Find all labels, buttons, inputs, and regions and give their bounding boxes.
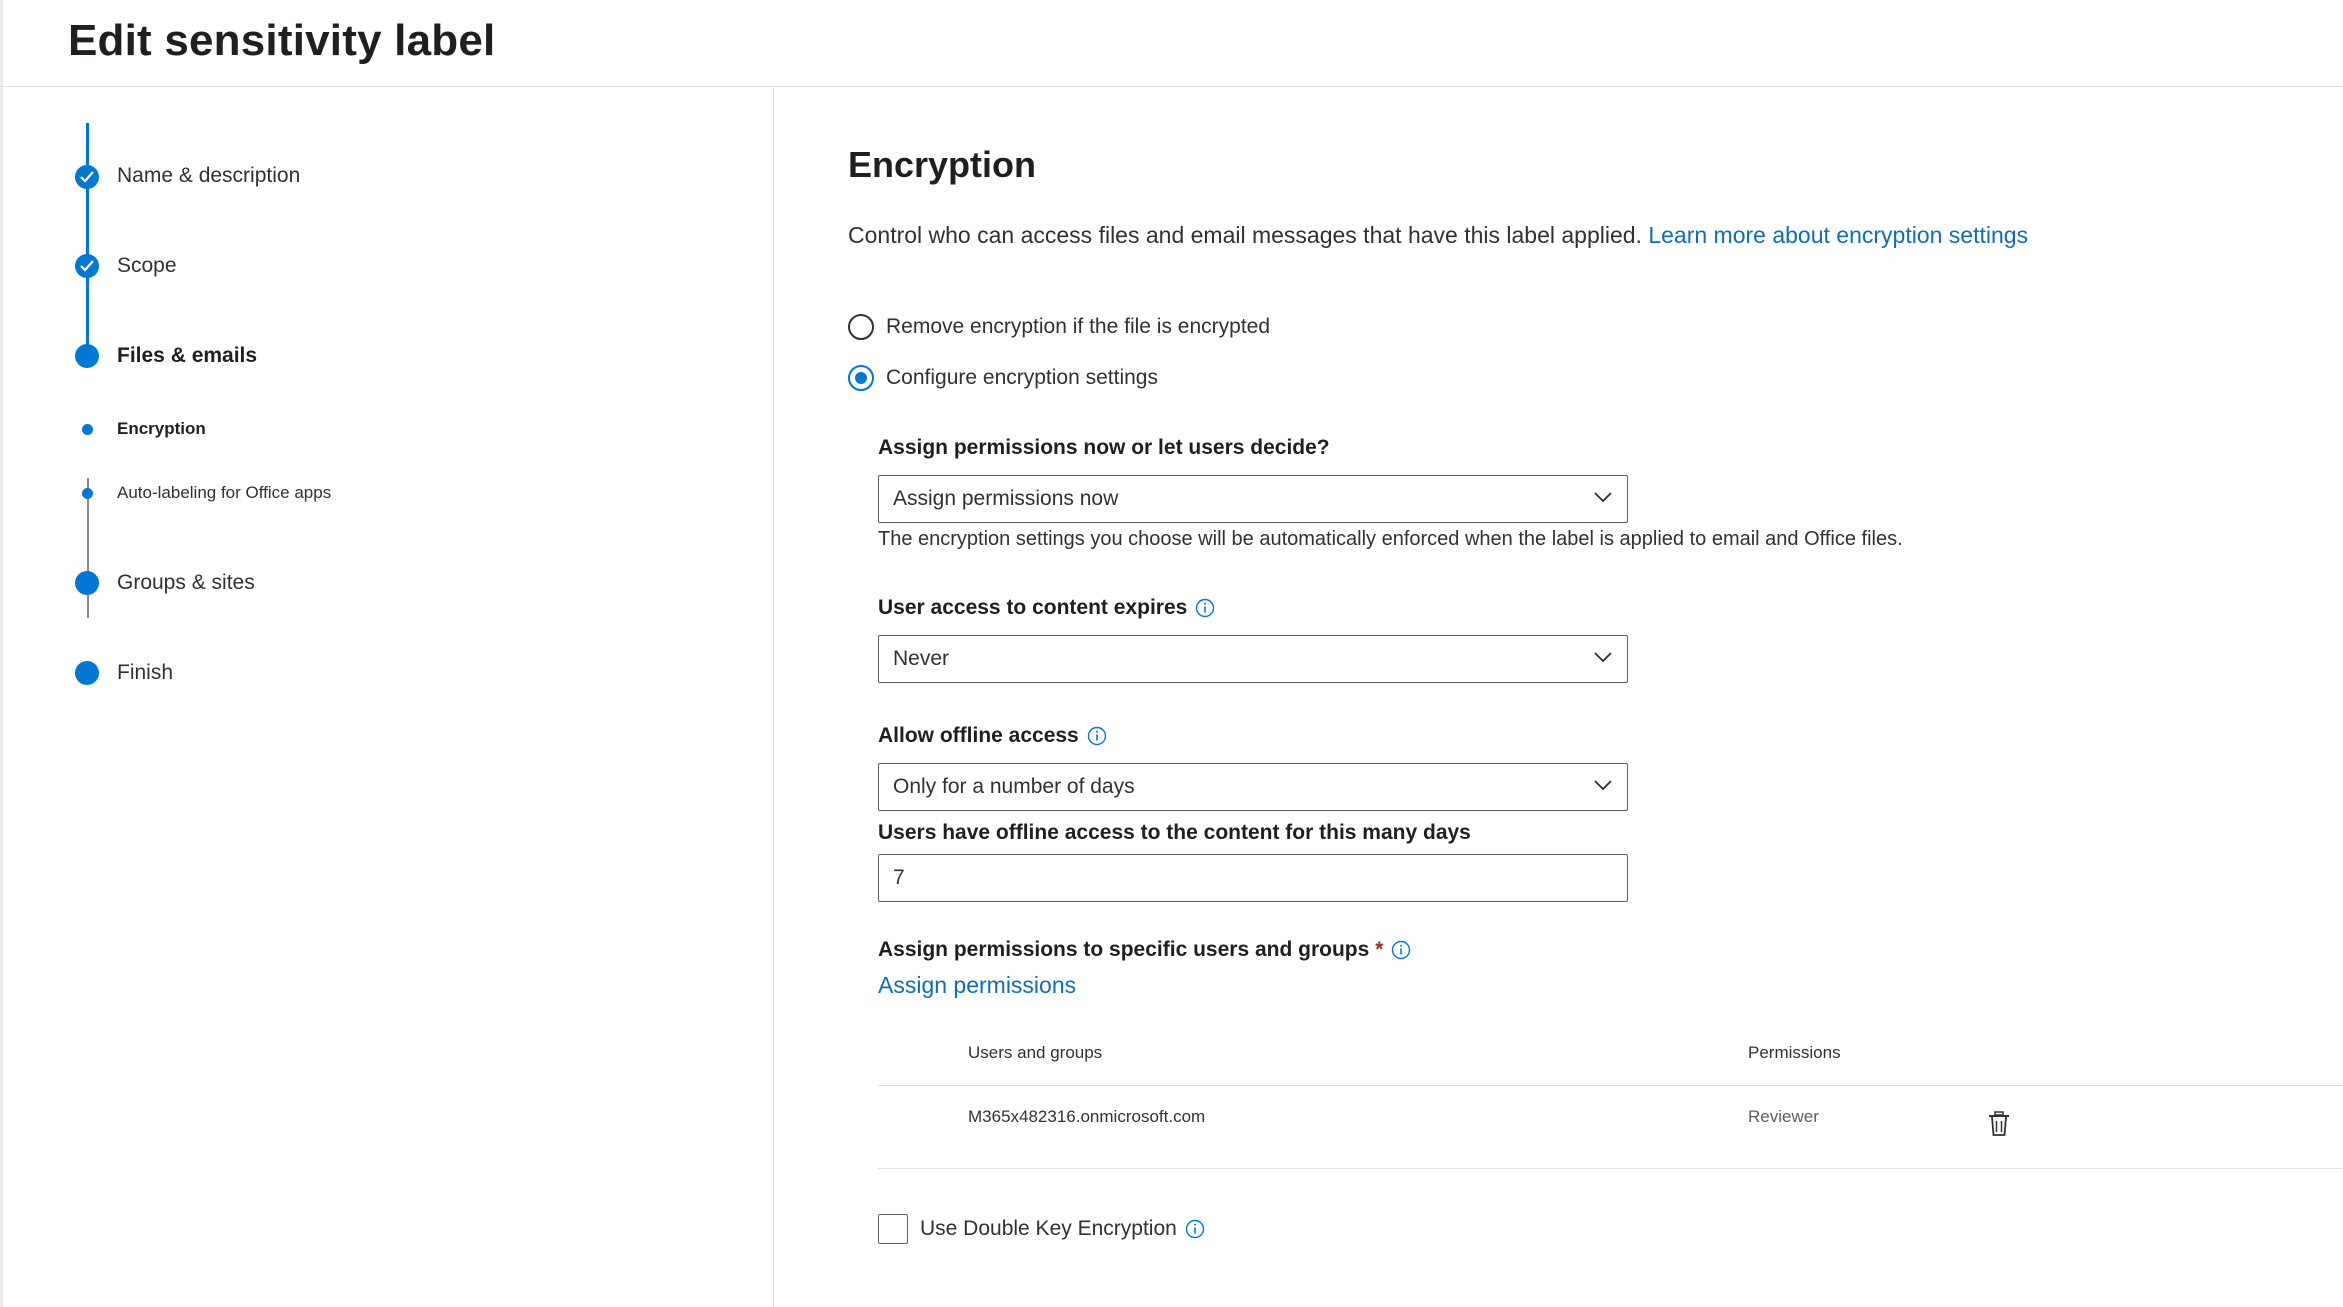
info-icon[interactable]	[1185, 1219, 1205, 1239]
offline-days-label: Users have offline access to the content…	[878, 821, 1471, 844]
learn-more-link[interactable]: Learn more about encryption settings	[1648, 222, 2028, 248]
offline-days-input[interactable]: 7	[878, 854, 1628, 902]
radio-button[interactable]	[848, 314, 874, 340]
required-marker: *	[1375, 938, 1384, 961]
dropdown-value: Never	[893, 647, 950, 670]
chevron-down-icon	[1594, 780, 1612, 791]
chevron-down-icon	[1594, 652, 1612, 663]
radio-button-checked[interactable]	[848, 365, 874, 391]
page-title: Edit sensitivity label	[68, 16, 496, 65]
field-label-text: Assign permissions to specific users and…	[878, 938, 1370, 961]
step-finish[interactable]: Finish	[117, 661, 173, 685]
checkbox-label: Use Double Key Encryption	[920, 1217, 1177, 1240]
assign-mode-dropdown[interactable]: Assign permissions now	[878, 475, 1628, 523]
assign-permissions-link[interactable]: Assign permissions	[878, 972, 1076, 999]
substep-dot-icon	[82, 488, 93, 499]
double-key-checkbox-row[interactable]: Use Double Key Encryption	[878, 1214, 1205, 1244]
radio-label: Remove encryption if the file is encrypt…	[886, 315, 1271, 338]
double-key-checkbox[interactable]	[878, 1214, 908, 1244]
step-files-emails[interactable]: Files & emails	[117, 344, 257, 368]
substep-encryption[interactable]: Encryption	[117, 419, 206, 439]
step-upcoming-dot-icon	[75, 571, 99, 595]
step-connector	[87, 478, 89, 618]
info-icon[interactable]	[1195, 598, 1215, 618]
offline-access-label: Allow offline access	[878, 724, 1107, 748]
radio-configure-encryption[interactable]: Configure encryption settings	[848, 365, 1158, 391]
step-completed-check-icon	[75, 165, 99, 189]
step-upcoming-dot-icon	[75, 661, 99, 685]
cell-user: M365x482316.onmicrosoft.com	[968, 1107, 1206, 1126]
description-text: Control who can access files and email m…	[848, 222, 1642, 248]
expiry-dropdown[interactable]: Never	[878, 635, 1628, 683]
section-title: Encryption	[848, 144, 1037, 185]
expiry-label: User access to content expires	[878, 596, 1215, 620]
assign-specific-label: Assign permissions to specific users and…	[878, 938, 1411, 962]
step-connector	[86, 123, 89, 363]
info-icon[interactable]	[1087, 726, 1107, 746]
wizard-steps: Name & description Scope Files & emails …	[0, 88, 774, 1307]
table-divider	[878, 1085, 2343, 1086]
assign-mode-helper: The encryption settings you choose will …	[878, 528, 1903, 550]
substep-auto-labeling[interactable]: Auto-labeling for Office apps	[117, 483, 331, 503]
step-name-description[interactable]: Name & description	[117, 164, 300, 188]
field-label-text: Assign permissions now or let users deci…	[878, 436, 1330, 459]
field-label-text: User access to content expires	[878, 596, 1188, 619]
table-divider	[878, 1168, 2343, 1169]
step-groups-sites[interactable]: Groups & sites	[117, 571, 255, 595]
step-current-dot-icon	[75, 344, 99, 368]
substep-dot-icon	[82, 424, 93, 435]
column-header-users[interactable]: Users and groups	[968, 1043, 1102, 1063]
radio-label: Configure encryption settings	[886, 366, 1158, 389]
assign-mode-label: Assign permissions now or let users deci…	[878, 436, 1330, 460]
dropdown-value: Only for a number of days	[893, 775, 1135, 798]
cell-permission: Reviewer	[1748, 1107, 1819, 1126]
input-value: 7	[893, 866, 905, 889]
page-header: Edit sensitivity label	[0, 0, 2343, 87]
column-header-permissions[interactable]: Permissions	[1748, 1043, 1841, 1063]
section-description: Control who can access files and email m…	[848, 222, 2028, 249]
step-completed-check-icon	[75, 254, 99, 278]
chevron-down-icon	[1594, 492, 1612, 503]
step-scope[interactable]: Scope	[117, 254, 177, 278]
delete-trash-icon[interactable]	[1988, 1111, 2010, 1137]
offline-access-dropdown[interactable]: Only for a number of days	[878, 763, 1628, 811]
info-icon[interactable]	[1391, 940, 1411, 960]
dropdown-value: Assign permissions now	[893, 487, 1119, 510]
radio-remove-encryption[interactable]: Remove encryption if the file is encrypt…	[848, 314, 1270, 340]
field-label-text: Allow offline access	[878, 724, 1079, 747]
